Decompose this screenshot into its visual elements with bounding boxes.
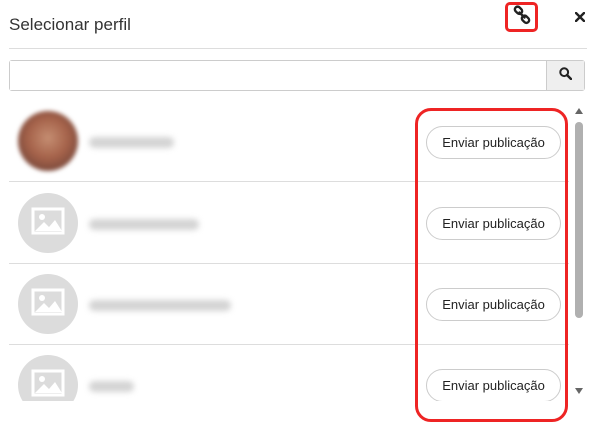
close-button[interactable] — [573, 11, 587, 25]
profile-name-blurred — [89, 137, 174, 148]
link-chain-icon — [512, 4, 532, 30]
send-publication-label: Enviar publicação — [442, 378, 545, 393]
page-title: Selecionar perfil — [9, 15, 131, 34]
avatar — [18, 111, 78, 171]
send-publication-button[interactable]: Enviar publicação — [426, 207, 561, 240]
image-placeholder-icon — [31, 288, 65, 321]
search-icon — [559, 66, 573, 85]
list-item: Enviar publicação — [9, 345, 569, 401]
send-publication-button[interactable]: Enviar publicação — [426, 288, 561, 321]
close-icon — [574, 9, 586, 27]
profile-list: Enviar publicação Enviar publicação Envi… — [9, 101, 569, 401]
header-divider — [9, 48, 587, 49]
search-button[interactable] — [546, 61, 584, 90]
scroll-thumb[interactable] — [575, 122, 583, 318]
scrollbar[interactable] — [573, 105, 585, 400]
send-publication-label: Enviar publicação — [442, 216, 545, 231]
row-divider — [9, 181, 569, 182]
send-publication-button[interactable]: Enviar publicação — [426, 369, 561, 401]
send-publication-label: Enviar publicação — [442, 297, 545, 312]
profile-name-blurred — [89, 219, 199, 230]
list-item: Enviar publicação — [9, 264, 569, 345]
scroll-up-button[interactable] — [573, 105, 585, 115]
search-bar — [9, 60, 585, 91]
list-item: Enviar publicação — [9, 183, 569, 264]
scroll-up-arrow-icon — [575, 101, 583, 119]
search-input[interactable] — [10, 61, 546, 90]
profile-name-blurred — [89, 300, 231, 311]
avatar — [18, 274, 78, 334]
profile-name-blurred — [89, 381, 134, 392]
scroll-down-arrow-icon — [575, 381, 583, 399]
image-placeholder-icon — [31, 369, 65, 402]
scroll-down-button[interactable] — [573, 385, 585, 395]
send-publication-button[interactable]: Enviar publicação — [426, 126, 561, 159]
avatar — [18, 355, 78, 401]
send-publication-label: Enviar publicação — [442, 135, 545, 150]
image-placeholder-icon — [31, 207, 65, 240]
avatar — [18, 193, 78, 253]
list-item: Enviar publicação — [9, 101, 569, 182]
link-chain-button[interactable] — [505, 2, 538, 32]
